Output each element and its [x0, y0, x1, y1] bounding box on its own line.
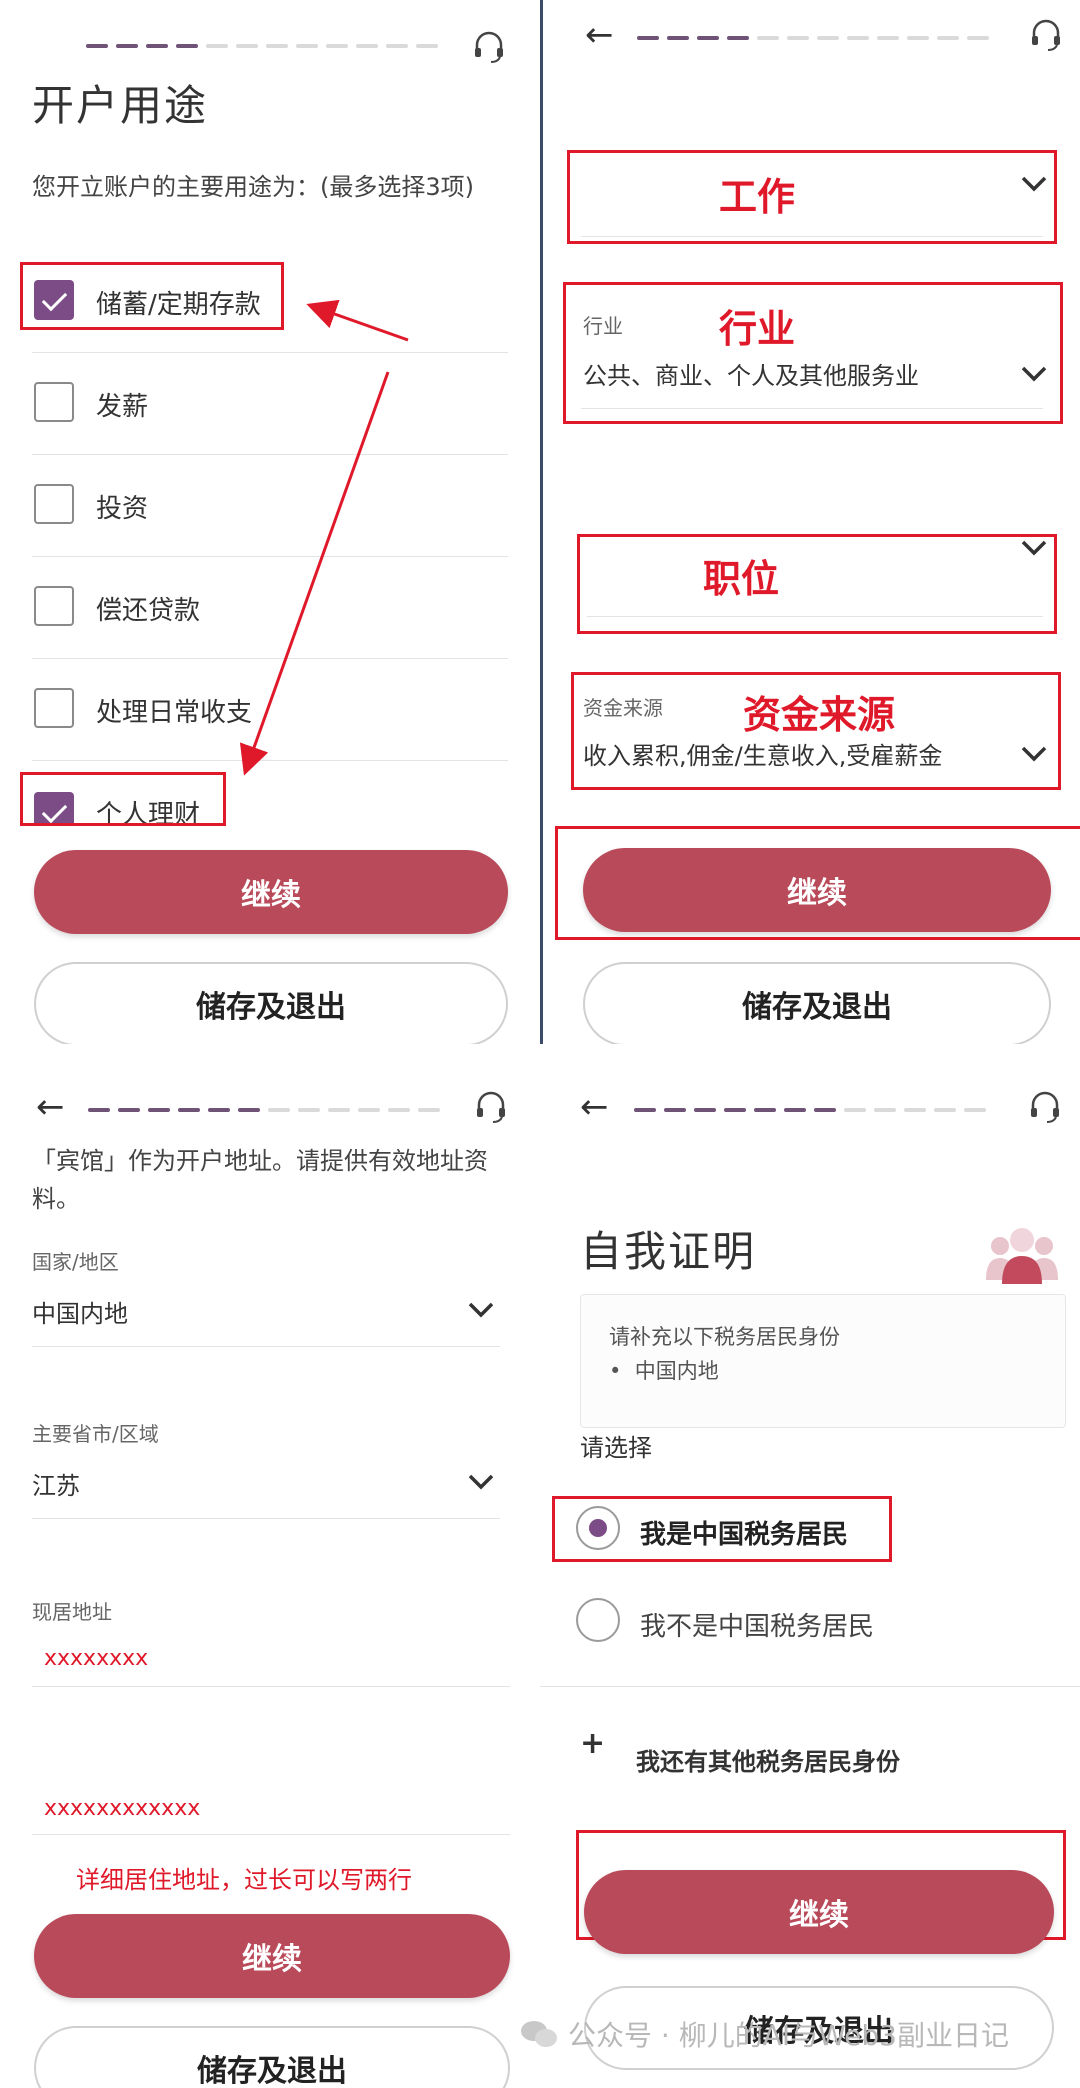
progress-bar — [634, 1108, 986, 1112]
watermark-text: 公众号 · 柳儿的AI与Web3副业日记 — [568, 2019, 1009, 2052]
address-line2-input[interactable]: xxxxxxxxxxxx — [44, 1796, 200, 1821]
divider — [581, 236, 1043, 237]
divider — [540, 1686, 1080, 1687]
industry-value[interactable]: 公共、商业、个人及其他服务业 — [583, 356, 919, 391]
headset-icon[interactable] — [1028, 1090, 1062, 1124]
plus-icon[interactable]: + — [580, 1726, 605, 1761]
annotation-source: 资金来源 — [743, 693, 896, 737]
divider — [32, 1346, 500, 1347]
panel-address: ← 「宾馆」作为开户地址。请提供有效地址资料。 国家/地区 中国内地 主要省市/… — [0, 1066, 540, 2088]
panel-account-purpose: 开户用途 您开立账户的主要用途为：(最多选择3项) 储蓄/定期存款 发薪 投资 … — [0, 0, 540, 1044]
source-label: 资金来源 — [583, 696, 663, 720]
continue-button[interactable]: 继续 — [583, 848, 1051, 932]
back-arrow-icon[interactable]: ← — [585, 18, 614, 52]
annotation-industry: 行业 — [719, 307, 796, 351]
headset-icon[interactable] — [474, 1090, 508, 1124]
country-value[interactable]: 中国内地 — [32, 1294, 128, 1329]
panel-employment: ← 工作 行业 行业 公共、商业、个人及其他服务业 职位 资金来源 资金来源 收… — [540, 0, 1080, 1044]
page-title: 自我证明 — [580, 1227, 757, 1276]
divider — [587, 616, 1043, 617]
headset-icon[interactable] — [1029, 18, 1063, 52]
chevron-down-icon[interactable] — [1021, 540, 1047, 556]
source-value[interactable]: 收入累积,佣金/生意收入,受雇薪金 — [583, 736, 942, 771]
chevron-down-icon[interactable] — [468, 1302, 494, 1318]
people-group-icon — [986, 1228, 1058, 1284]
progress-bar — [88, 1108, 440, 1112]
address-label: 现居地址 — [32, 1600, 112, 1624]
save-exit-button[interactable]: 储存及退出 — [34, 2026, 510, 2088]
option-tax-resident: 我是中国税务居民 — [640, 1520, 849, 1550]
tax-info-item: • 中国内地 — [609, 1355, 719, 1385]
add-other-tax-residency-link[interactable]: 我还有其他税务居民身份 — [636, 1742, 900, 1777]
continue-button[interactable]: 继续 — [34, 850, 508, 934]
tax-info-box: 请补充以下税务居民身份 • 中国内地 — [580, 1294, 1066, 1428]
tax-info-item-text: 中国内地 — [634, 1359, 719, 1383]
continue-button[interactable]: 继续 — [584, 1870, 1054, 1954]
back-arrow-icon[interactable]: ← — [36, 1090, 65, 1124]
wechat-icon — [521, 2021, 557, 2047]
annotation-work: 工作 — [719, 175, 796, 219]
chevron-down-icon[interactable] — [1021, 746, 1047, 762]
chevron-down-icon[interactable] — [1021, 176, 1047, 192]
divider — [581, 408, 1043, 409]
watermark: 公众号 · 柳儿的AI与Web3副业日记 — [520, 2014, 1009, 2054]
address-notice: 「宾馆」作为开户地址。请提供有效地址资料。 — [32, 1147, 488, 1214]
divider — [32, 1834, 510, 1835]
address-line1-input[interactable]: xxxxxxxx — [44, 1646, 148, 1671]
province-value[interactable]: 江苏 — [32, 1466, 80, 1501]
back-arrow-icon[interactable]: ← — [580, 1090, 609, 1124]
annotation-box-industry — [563, 282, 1063, 424]
choose-label: 请选择 — [580, 1434, 652, 1462]
province-label: 主要省市/区域 — [32, 1422, 159, 1446]
country-label: 国家/地区 — [32, 1250, 119, 1274]
annotation-box-position — [577, 534, 1057, 634]
divider — [32, 1518, 500, 1519]
save-exit-button[interactable]: 储存及退出 — [34, 962, 508, 1044]
panel-self-certification: ← 自我证明 请补充以下税务居民身份 • 中国内地 请选择 我是中国税务居民 我… — [540, 1066, 1080, 2088]
progress-bar — [637, 36, 989, 40]
tax-info-title: 请补充以下税务居民身份 — [609, 1325, 840, 1349]
continue-button[interactable]: 继续 — [34, 1914, 510, 1998]
chevron-down-icon[interactable] — [468, 1474, 494, 1490]
annotation-box-work — [567, 150, 1057, 244]
annotation-address-hint: 详细居住地址，过长可以写两行 — [76, 1866, 412, 1894]
chevron-down-icon[interactable] — [1021, 366, 1047, 382]
annotation-position: 职位 — [703, 557, 780, 601]
industry-label: 行业 — [583, 314, 623, 338]
bullet-icon: • — [609, 1359, 635, 1383]
option-non-tax-resident: 我不是中国税务居民 — [640, 1612, 875, 1642]
radio-non-tax-resident[interactable] — [576, 1598, 620, 1642]
divider — [32, 1686, 510, 1687]
radio-tax-resident[interactable] — [576, 1506, 620, 1550]
save-exit-button[interactable]: 储存及退出 — [583, 962, 1051, 1044]
